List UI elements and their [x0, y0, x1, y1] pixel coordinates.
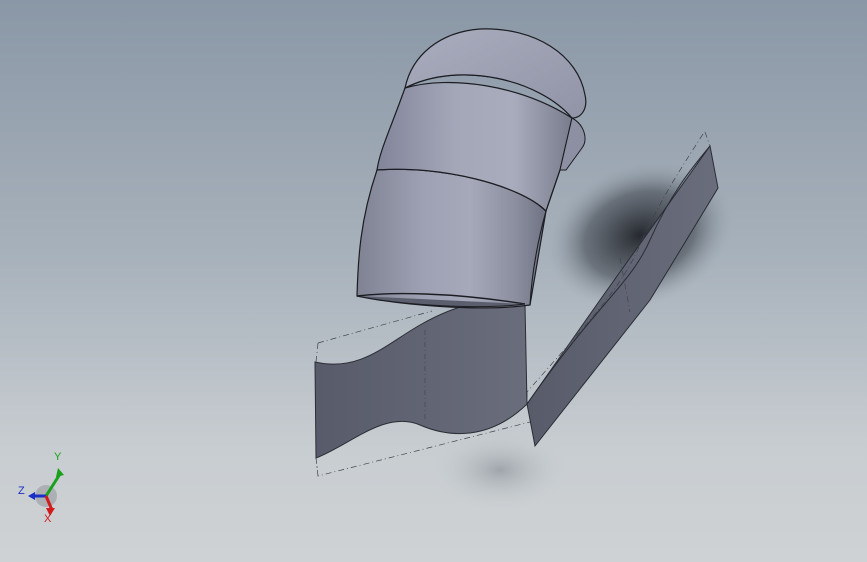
- model-scene[interactable]: [0, 0, 867, 562]
- triad-y-label: Y: [54, 451, 62, 463]
- view-triad[interactable]: Y Z X: [14, 444, 78, 524]
- triad-z-label: Z: [18, 485, 25, 497]
- floor-shadow: [430, 430, 570, 510]
- triad-x-label: X: [44, 513, 52, 524]
- graphics-viewport[interactable]: Y Z X: [0, 0, 867, 562]
